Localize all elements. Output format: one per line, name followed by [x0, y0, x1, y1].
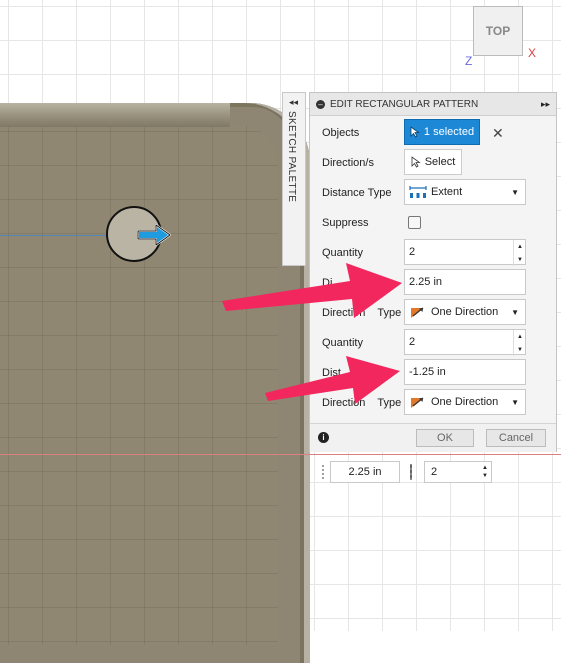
distance1-label: Di — [322, 277, 333, 289]
distance2-label: Dist — [322, 367, 341, 379]
quantity2-stepper[interactable]: ▲ ▼ — [513, 330, 526, 356]
objects-row: Objects 1 selected ✕ — [310, 118, 558, 148]
info-icon[interactable]: i — [318, 432, 329, 443]
quantity2-label: Quantity — [322, 337, 363, 349]
distance-type-label: Distance Type — [322, 187, 392, 199]
cursor-icon — [411, 156, 421, 168]
collapse-chevron-icon[interactable]: ◂◂ — [289, 97, 298, 108]
direction-row: Direction/s Select — [310, 148, 558, 178]
drag-handle-icon[interactable] — [321, 464, 325, 480]
quantity2-input[interactable]: 2 ▲ ▼ — [404, 329, 526, 356]
direction-type1-value: One Direction — [431, 306, 499, 318]
suppress-checkbox[interactable] — [408, 216, 421, 229]
chevron-down-icon: ▼ — [511, 308, 519, 317]
canvas-distance-input[interactable]: 2.25 in — [330, 461, 400, 483]
quantity1-input[interactable]: 2 ▲ ▼ — [404, 239, 526, 266]
quantity1-stepper[interactable]: ▲ ▼ — [513, 240, 526, 266]
distance-type-dropdown[interactable]: Extent ▼ — [404, 179, 526, 205]
direction-type1-dropdown[interactable]: One Direction ▼ — [404, 299, 526, 325]
distance1-input[interactable]: 2.25 in — [404, 269, 526, 295]
canvas-quantity-input[interactable]: 2 ▲ ▼ — [424, 461, 492, 483]
ok-button[interactable]: OK — [416, 429, 474, 447]
view-cube[interactable]: TOP — [473, 6, 523, 56]
objects-selected-text: 1 selected — [423, 126, 475, 138]
model-body-face[interactable] — [0, 125, 278, 645]
x-axis-line — [0, 454, 561, 455]
direction-type2-dropdown[interactable]: One Direction ▼ — [404, 389, 526, 415]
canvas-quantity-stepper[interactable]: ▲ ▼ — [482, 464, 488, 480]
direction-label: Direction/s — [322, 157, 374, 169]
axis-z-label: Z — [465, 54, 473, 68]
collapse-minus-icon[interactable]: – — [316, 99, 325, 109]
direction-type2-row: Direction Type One Direction ▼ — [310, 388, 558, 418]
cancel-button[interactable]: Cancel — [486, 429, 546, 447]
expand-dialog-icon[interactable]: ▸▸ — [541, 99, 550, 110]
extent-icon — [409, 186, 427, 198]
canvas-quantity-value: 2 — [431, 466, 438, 478]
sketch-line — [0, 235, 110, 236]
direction-type1-row: Direction Type One Direction ▼ — [310, 298, 558, 328]
direction-type1-label: Direction Type — [322, 307, 402, 319]
cursor-icon — [410, 126, 420, 138]
suppress-row: Suppress — [310, 208, 558, 238]
distance2-value: -1.25 in — [409, 366, 446, 378]
quantity2-value: 2 — [409, 336, 416, 348]
distance-type-value: Extent — [431, 186, 463, 198]
suppress-checkbox-wrap — [404, 209, 434, 235]
distance2-row: Dist -1.25 in — [310, 358, 558, 388]
sketch-palette-tab[interactable]: ◂◂ SKETCH PALETTE — [282, 92, 306, 266]
chevron-down-icon: ▼ — [511, 398, 519, 407]
quantity1-row: Quantity 2 ▲ ▼ — [310, 238, 558, 268]
separator-dots-icon — [410, 464, 412, 480]
clear-selection-icon[interactable]: ✕ — [492, 125, 504, 142]
dialog-footer: i OK Cancel — [310, 423, 556, 452]
distance-type-row: Distance Type Extent ▼ — [310, 178, 558, 208]
direction-type2-value: One Direction — [431, 396, 499, 408]
one-direction-icon — [411, 307, 424, 318]
distance2-input[interactable]: -1.25 in — [404, 359, 526, 385]
direction-select-button[interactable]: Select — [404, 149, 462, 175]
sketch-palette-label: SKETCH PALETTE — [286, 111, 297, 203]
view-cube-label: TOP — [485, 24, 511, 38]
one-direction-icon — [411, 397, 424, 408]
distance1-row: Di 2.25 in — [310, 268, 558, 298]
quantity1-label: Quantity — [322, 247, 363, 259]
direction-type2-label: Direction Type — [322, 397, 402, 409]
objects-select-button[interactable]: 1 selected — [404, 119, 480, 145]
axis-x-label: X — [528, 46, 537, 60]
quantity1-value: 2 — [409, 246, 416, 258]
canvas-input-strip: 2.25 in 2 ▲ ▼ — [318, 461, 494, 483]
quantity2-row: Quantity 2 ▲ ▼ — [310, 328, 558, 358]
direction-select-text: Select — [424, 156, 456, 168]
direction-arrow-icon[interactable] — [134, 222, 174, 248]
edit-rectangular-pattern-dialog: – EDIT RECTANGULAR PATTERN ▸▸ Objects 1 … — [309, 92, 557, 452]
objects-label: Objects — [322, 127, 360, 139]
suppress-label: Suppress — [322, 217, 369, 229]
model-top-edge — [0, 103, 230, 127]
dialog-title: EDIT RECTANGULAR PATTERN — [330, 98, 479, 110]
chevron-down-icon: ▼ — [511, 188, 519, 197]
distance1-value: 2.25 in — [409, 276, 443, 288]
dialog-header[interactable]: – EDIT RECTANGULAR PATTERN ▸▸ — [310, 93, 556, 116]
